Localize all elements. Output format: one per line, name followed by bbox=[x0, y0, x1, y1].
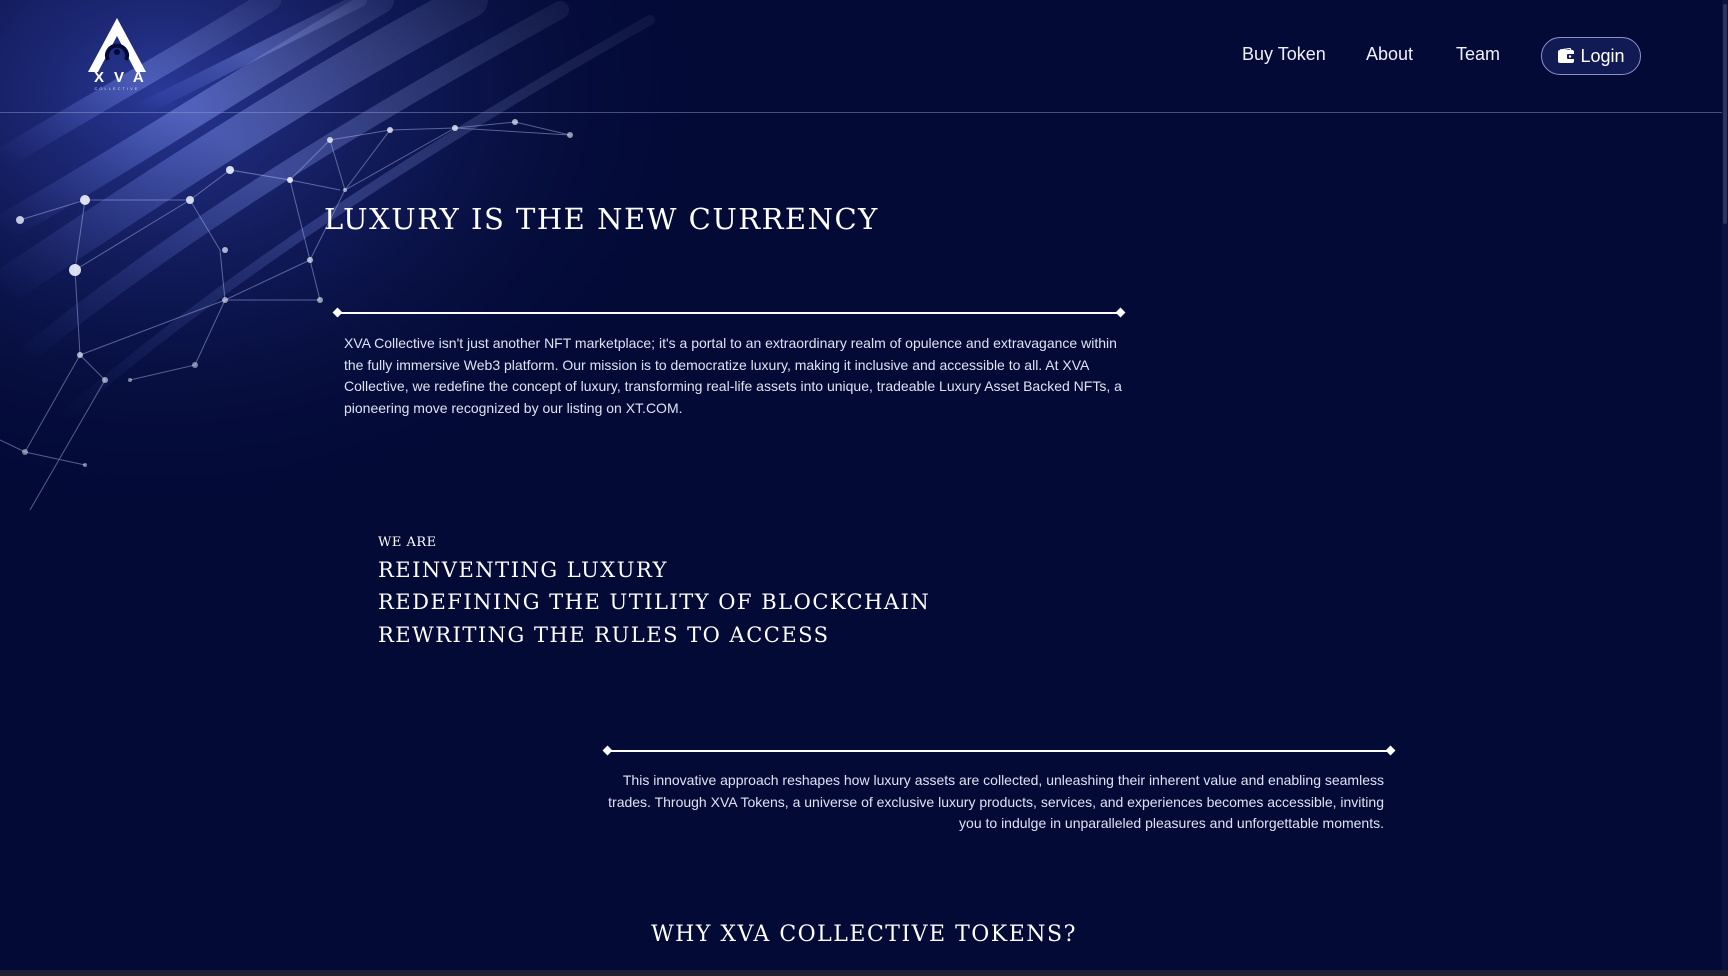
site-header: XVA COLLECTIVE Buy Token About Team Logi… bbox=[0, 0, 1722, 113]
intro-paragraph: XVA Collective isn't just another NFT ma… bbox=[344, 335, 1122, 417]
we-are-label: WE ARE bbox=[378, 535, 437, 550]
logo-mark-icon bbox=[88, 18, 146, 72]
statement-redefining: REDEFINING THE UTILITY OF BLOCKCHAIN bbox=[378, 590, 931, 614]
nav-team[interactable]: Team bbox=[1456, 44, 1500, 65]
bottom-edge-strip bbox=[0, 970, 1728, 976]
scrollbar-thumb[interactable] bbox=[1723, 4, 1727, 224]
approach-paragraph: This innovative approach reshapes how lu… bbox=[608, 772, 1384, 832]
login-label: Login bbox=[1580, 45, 1625, 66]
vertical-scrollbar[interactable] bbox=[1722, 0, 1728, 970]
hero-title: LUXURY IS THE NEW CURRENCY bbox=[324, 202, 879, 236]
login-button[interactable]: Login bbox=[1541, 37, 1641, 75]
logo-subtext: COLLECTIVE bbox=[94, 86, 140, 91]
divider-bottom bbox=[608, 750, 1390, 752]
why-section-title: WHY XVA COLLECTIVE TOKENS? bbox=[651, 922, 1077, 947]
divider-top bbox=[338, 312, 1120, 314]
nav-buy-token[interactable]: Buy Token bbox=[1242, 44, 1326, 65]
page: XVA COLLECTIVE Buy Token About Team Logi… bbox=[0, 0, 1728, 976]
statement-reinventing: REINVENTING LUXURY bbox=[378, 558, 668, 582]
wallet-icon bbox=[1558, 48, 1576, 63]
statement-rewriting: REWRITING THE RULES TO ACCESS bbox=[378, 623, 830, 647]
logo-text: XVA bbox=[94, 69, 154, 86]
nav-about[interactable]: About bbox=[1366, 44, 1413, 65]
xva-logo[interactable]: XVA COLLECTIVE bbox=[84, 16, 154, 91]
